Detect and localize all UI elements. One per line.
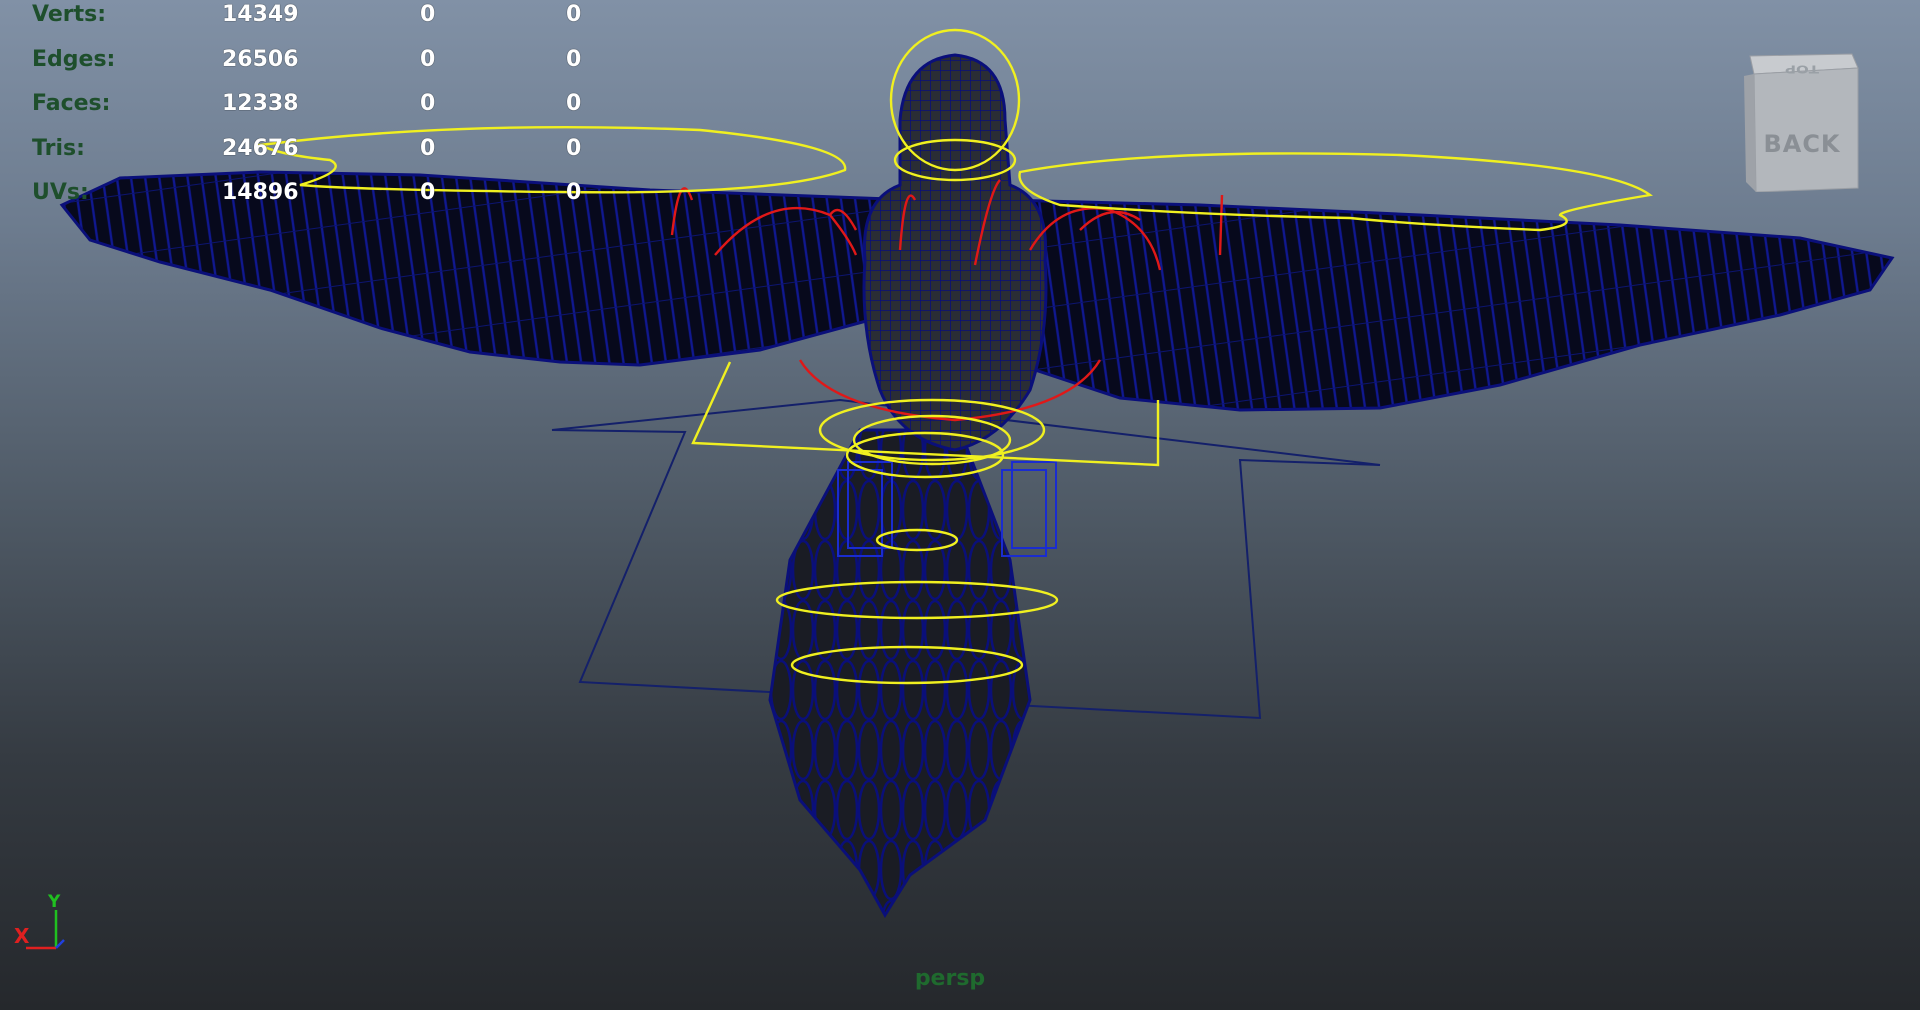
hud-label: Tris: [32, 135, 85, 161]
hud-value: 24676 [222, 135, 299, 161]
hud-row-edges: Edges: 26506 0 0 [32, 45, 592, 90]
camera-name-label: persp [914, 966, 986, 991]
hud-value: 0 [566, 180, 582, 205]
hud-label: UVs: [32, 180, 89, 205]
hud-row-tris: Tris: 24676 0 0 [32, 134, 592, 179]
hud-value: 0 [420, 46, 436, 72]
hud-value: 0 [420, 135, 436, 161]
hud-value: 0 [566, 2, 582, 27]
hud-value: 0 [420, 2, 436, 27]
hud-value: 0 [566, 135, 582, 161]
viewport-persp[interactable]: Verts: 14349 0 0 Edges: 26506 0 0 Faces:… [0, 0, 1920, 1010]
hud-row-uvs: UVs: 14896 0 0 [32, 178, 592, 223]
hud-value: 0 [420, 180, 436, 205]
hud-label: Edges: [32, 46, 116, 72]
right-wing-mesh [958, 198, 1895, 412]
tail-mesh [768, 428, 1032, 918]
view-cube-top-label[interactable]: TOP [1760, 63, 1844, 76]
hud-value: 14349 [222, 2, 299, 27]
hud-label: Verts: [32, 2, 107, 27]
view-cube-back-label[interactable]: BACK [1750, 130, 1854, 158]
hud-value: 26506 [222, 46, 299, 72]
poly-count-hud: Verts: 14349 0 0 Edges: 26506 0 0 Faces:… [32, 0, 592, 223]
hud-row-verts: Verts: 14349 0 0 [32, 0, 592, 45]
hud-value: 14896 [222, 180, 299, 205]
hud-value: 0 [420, 91, 436, 116]
axis-y-label: Y [48, 892, 61, 912]
hud-row-faces: Faces: 12338 0 0 [32, 89, 592, 134]
hud-value: 12338 [222, 91, 299, 116]
hud-value: 0 [566, 46, 582, 72]
hud-value: 0 [566, 91, 582, 116]
axis-x-label: X [14, 924, 30, 948]
hud-label: Faces: [32, 91, 111, 116]
